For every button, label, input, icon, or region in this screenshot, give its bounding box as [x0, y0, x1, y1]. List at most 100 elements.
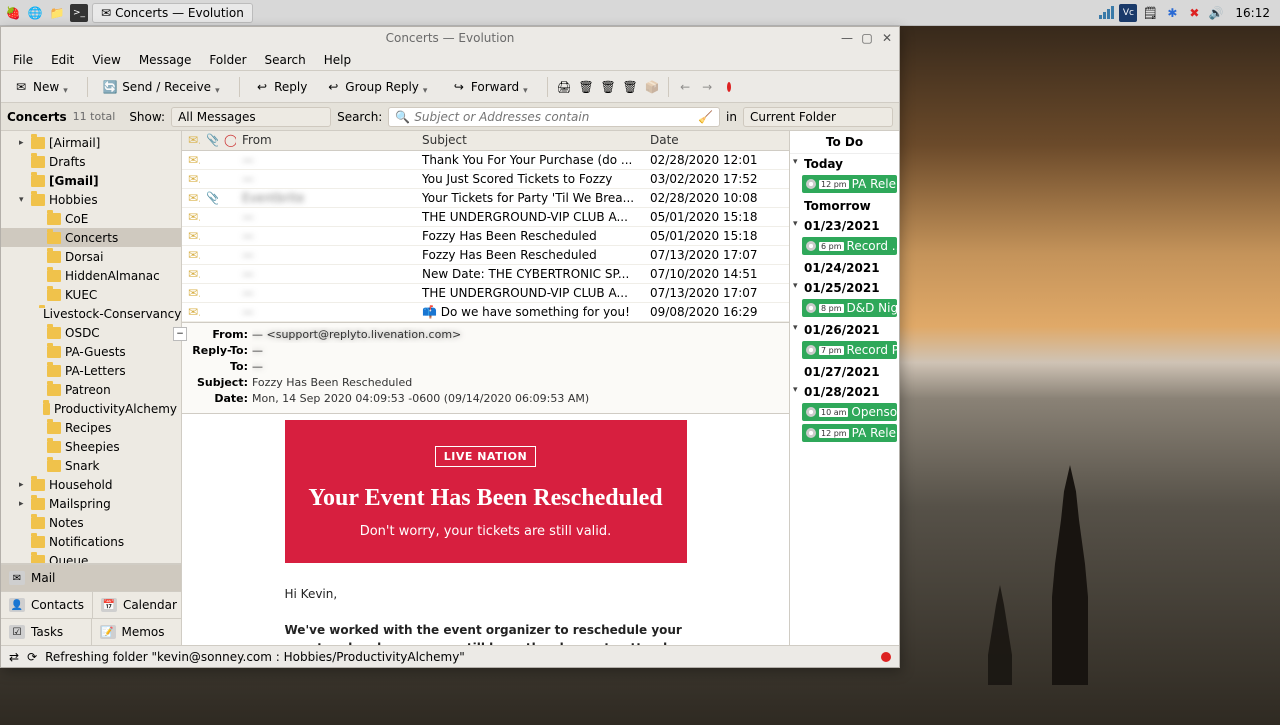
chevron-down-icon[interactable]	[523, 82, 533, 92]
todo-item[interactable]: 7 pmRecord PA	[802, 341, 897, 359]
folder-mailspring[interactable]: ▸Mailspring	[1, 494, 181, 513]
folder-notifications[interactable]: Notifications	[1, 532, 181, 551]
network-tray-icon[interactable]	[1097, 4, 1115, 22]
message-row[interactable]: ✉—Thank You For Your Purchase (do ...02/…	[182, 150, 789, 169]
archive-button[interactable]: 📦	[644, 79, 660, 95]
message-row[interactable]: ✉—New Date: THE CYBERTRONIC SP...07/10/2…	[182, 264, 789, 283]
network-disabled-icon[interactable]: ✖	[1185, 4, 1203, 22]
bluetooth-tray-icon[interactable]: ✱	[1163, 4, 1181, 22]
todo-group[interactable]: 01/25/2021	[790, 278, 899, 298]
switcher-calendar[interactable]: 📅Calendar	[92, 591, 182, 618]
window-maximize-button[interactable]: ▢	[861, 32, 873, 44]
web-browser-icon[interactable]: 🌐	[26, 4, 44, 22]
todo-group[interactable]: 01/27/2021	[790, 362, 899, 382]
expand-icon[interactable]: ▸	[19, 138, 27, 148]
new-button[interactable]: ✉New	[7, 76, 79, 98]
folder-hobbies[interactable]: ▾Hobbies	[1, 190, 181, 209]
folder-tree[interactable]: ▸[Airmail]Drafts[Gmail]▾HobbiesCoEConcer…	[1, 131, 181, 563]
folder-queue[interactable]: Queue	[1, 551, 181, 563]
folder-concerts[interactable]: Concerts	[1, 228, 181, 247]
clear-search-icon[interactable]: 🧹	[698, 110, 713, 124]
menu-file[interactable]: File	[5, 51, 41, 69]
expand-icon[interactable]: ▸	[19, 499, 27, 509]
back-button[interactable]: ←	[677, 79, 693, 95]
todo-group[interactable]: Tomorrow	[790, 196, 899, 216]
message-list[interactable]: ✉ 📎 ◯ From Subject Date ✉—Thank You For …	[182, 131, 789, 323]
todo-group[interactable]: 01/28/2021	[790, 382, 899, 402]
col-read-icon[interactable]: ✉	[182, 131, 200, 150]
switcher-memos[interactable]: 📝Memos	[91, 618, 182, 645]
folder-paguests[interactable]: PA-Guests	[1, 342, 181, 361]
file-manager-icon[interactable]: 📁	[48, 4, 66, 22]
message-row[interactable]: ✉—THE UNDERGROUND-VIP CLUB A...05/01/202…	[182, 207, 789, 226]
menu-edit[interactable]: Edit	[43, 51, 82, 69]
chevron-down-icon[interactable]	[423, 82, 433, 92]
folder-paletters[interactable]: PA-Letters	[1, 361, 181, 380]
col-flag-icon[interactable]: ◯	[218, 131, 236, 150]
folder-airmail[interactable]: ▸[Airmail]	[1, 133, 181, 152]
collapse-header-button[interactable]: −	[173, 327, 187, 341]
window-close-button[interactable]: ✕	[881, 32, 893, 44]
folder-gmail[interactable]: [Gmail]	[1, 171, 181, 190]
taskbar-window-evolution[interactable]: ✉ Concerts — Evolution	[92, 3, 253, 23]
online-status-icon[interactable]: ⇄	[9, 650, 19, 664]
folder-notes[interactable]: Notes	[1, 513, 181, 532]
search-box[interactable]: 🔍 🧹	[388, 107, 720, 127]
message-row[interactable]: ✉—You Just Scored Tickets to Fozzy03/02/…	[182, 169, 789, 188]
reply-button[interactable]: ↩Reply	[248, 76, 313, 98]
folder-dorsai[interactable]: Dorsai	[1, 247, 181, 266]
message-row[interactable]: ✉—Fozzy Has Been Rescheduled05/01/2020 1…	[182, 226, 789, 245]
todo-group[interactable]: 01/26/2021	[790, 320, 899, 340]
todo-group[interactable]: 01/24/2021	[790, 258, 899, 278]
menu-help[interactable]: Help	[316, 51, 359, 69]
col-from[interactable]: From	[236, 131, 416, 150]
menu-search[interactable]: Search	[257, 51, 314, 69]
switcher-contacts[interactable]: 👤Contacts	[1, 591, 92, 618]
folder-sheepies[interactable]: Sheepies	[1, 437, 181, 456]
search-scope-combo[interactable]: Current Folder	[743, 107, 893, 127]
show-filter-combo[interactable]: All Messages	[171, 107, 331, 127]
todo-item[interactable]: 6 pmRecord ...	[802, 237, 897, 255]
col-date[interactable]: Date	[644, 131, 789, 150]
folder-kuec[interactable]: KUEC	[1, 285, 181, 304]
folder-patreon[interactable]: Patreon	[1, 380, 181, 399]
folder-osdc[interactable]: OSDC	[1, 323, 181, 342]
col-subject[interactable]: Subject	[416, 131, 644, 150]
send-receive-button[interactable]: 🔄Send / Receive	[96, 76, 231, 98]
delete-button[interactable]: 🗑	[578, 79, 594, 95]
folder-household[interactable]: ▸Household	[1, 475, 181, 494]
chevron-down-icon[interactable]	[63, 82, 73, 92]
todo-group[interactable]: Today	[790, 154, 899, 174]
volume-tray-icon[interactable]: 🔊	[1207, 4, 1225, 22]
not-junk-button[interactable]: 🗑	[622, 79, 638, 95]
menu-folder[interactable]: Folder	[201, 51, 254, 69]
chevron-down-icon[interactable]	[215, 82, 225, 92]
folder-productivityalchemy[interactable]: ProductivityAlchemy	[1, 399, 181, 418]
message-row[interactable]: ✉—📫 Do we have something for you!09/08/2…	[182, 302, 789, 321]
forward-nav-button[interactable]: →	[699, 79, 715, 95]
menu-message[interactable]: Message	[131, 51, 200, 69]
search-input[interactable]	[414, 110, 694, 124]
todo-item[interactable]: 12 pmPA Rele...	[802, 175, 897, 193]
col-attachment-icon[interactable]: 📎	[200, 131, 218, 150]
todo-item[interactable]: 8 pmD&D Nig...	[802, 299, 897, 317]
folder-coe[interactable]: CoE	[1, 209, 181, 228]
todo-item[interactable]: 12 pmPA Rele...	[802, 424, 897, 442]
expand-icon[interactable]: ▾	[19, 195, 27, 205]
folder-snark[interactable]: Snark	[1, 456, 181, 475]
message-body[interactable]: LIVE NATION Your Event Has Been Reschedu…	[182, 414, 789, 645]
switcher-tasks[interactable]: ☑Tasks	[1, 618, 91, 645]
todo-item[interactable]: 10 amOpenso...	[802, 403, 897, 421]
message-row[interactable]: ✉—THE UNDERGROUND-VIP CLUB A...07/13/202…	[182, 283, 789, 302]
window-minimize-button[interactable]: —	[841, 32, 853, 44]
folder-livestockconservancy[interactable]: Livestock-Conservancy	[1, 304, 181, 323]
raspberry-menu-icon[interactable]: 🍓	[4, 4, 22, 22]
message-row[interactable]: ✉📎Eventbrite Your Tickets for Party 'Til…	[182, 188, 789, 207]
vnc-tray-icon[interactable]: Vc	[1119, 4, 1137, 22]
switcher-mail[interactable]: ✉Mail	[1, 564, 181, 591]
folder-recipes[interactable]: Recipes	[1, 418, 181, 437]
print-button[interactable]: 🖨	[556, 79, 572, 95]
todo-group[interactable]: 01/23/2021	[790, 216, 899, 236]
forward-button[interactable]: ↪Forward	[445, 76, 539, 98]
folder-drafts[interactable]: Drafts	[1, 152, 181, 171]
